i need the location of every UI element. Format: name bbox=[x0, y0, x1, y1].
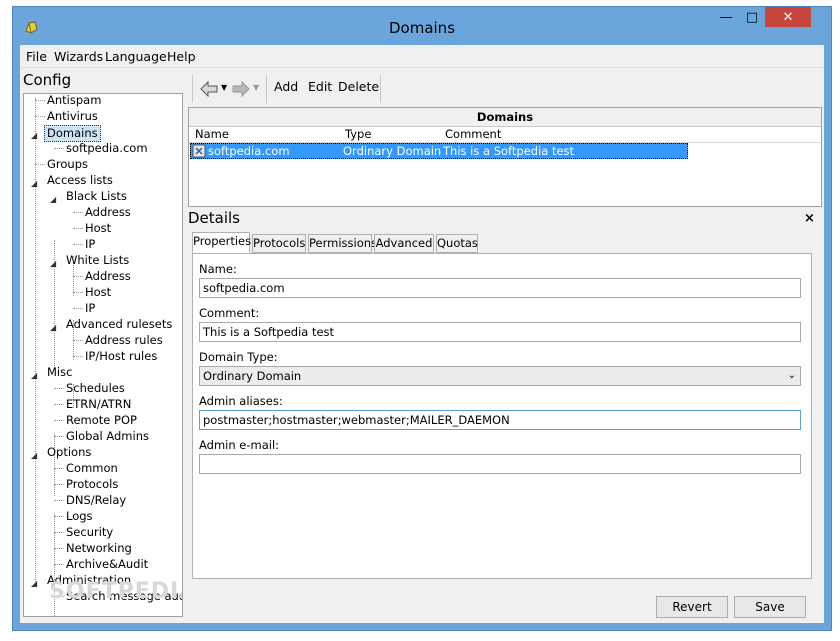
collapse-icon[interactable]: ◢ bbox=[31, 371, 37, 380]
config-header: Config bbox=[23, 71, 72, 89]
column-name[interactable]: Name bbox=[195, 127, 229, 141]
revert-button[interactable]: Revert bbox=[656, 596, 728, 618]
details-close-icon[interactable]: × bbox=[804, 211, 815, 226]
maximize-button[interactable]: □ bbox=[739, 7, 765, 27]
column-comment[interactable]: Comment bbox=[445, 127, 501, 141]
tree-item-etrn-atrn[interactable]: ETRN/ATRN bbox=[66, 397, 131, 412]
collapse-icon[interactable]: ◢ bbox=[31, 179, 37, 188]
tree-item-common[interactable]: Common bbox=[66, 461, 118, 476]
menu-file[interactable]: File bbox=[26, 49, 47, 64]
properties-panel: Name: softpedia.com Comment: This is a S… bbox=[192, 253, 812, 579]
name-input[interactable]: softpedia.com bbox=[199, 278, 801, 298]
admin-email-input[interactable] bbox=[199, 454, 801, 474]
close-icon: ✕ bbox=[782, 9, 794, 25]
collapse-icon[interactable]: ◢ bbox=[50, 323, 56, 332]
minimize-button[interactable]: — bbox=[713, 7, 739, 27]
domains-grid-title: Domains bbox=[189, 108, 821, 127]
tab-advanced[interactable]: Advanced bbox=[374, 234, 434, 253]
tree-item-white-address[interactable]: Address bbox=[85, 269, 131, 284]
menu-bar: File Wizards Language Help bbox=[20, 45, 824, 68]
menu-wizards[interactable]: Wizards bbox=[54, 49, 103, 64]
tree-item-dns-relay[interactable]: DNS/Relay bbox=[66, 493, 126, 508]
forward-dropdown-icon[interactable]: ▼ bbox=[253, 83, 259, 92]
tab-permissions[interactable]: Permissions bbox=[308, 234, 377, 253]
tree-item-white-host[interactable]: Host bbox=[85, 285, 111, 300]
tree-item-schedules[interactable]: Schedules bbox=[66, 381, 125, 396]
tree-item-antivirus[interactable]: Antivirus bbox=[47, 109, 98, 124]
minimize-icon: — bbox=[719, 9, 733, 25]
client-area: File Wizards Language Help Config ◢ ◢ ◢ … bbox=[20, 45, 824, 623]
main-window: Domains — □ ✕ File Wizards Language Help… bbox=[12, 6, 832, 631]
edit-button[interactable]: Edit bbox=[308, 79, 332, 94]
tree-item-white-ip[interactable]: IP bbox=[85, 301, 95, 316]
back-dropdown-icon[interactable]: ▼ bbox=[221, 83, 227, 92]
collapse-icon[interactable]: ◢ bbox=[50, 195, 56, 204]
collapse-icon[interactable]: ◢ bbox=[31, 451, 37, 460]
chevron-down-icon: ⌄ bbox=[787, 370, 796, 381]
tree-item-protocols[interactable]: Protocols bbox=[66, 477, 118, 492]
table-row[interactable]: softpedia.com Ordinary Domain This is a … bbox=[190, 143, 688, 159]
menu-language[interactable]: Language bbox=[105, 49, 167, 64]
tab-properties[interactable]: Properties bbox=[192, 232, 251, 253]
domains-grid: Domains Name Type Comment softpedia.com … bbox=[188, 107, 822, 207]
watermark: SOFTPEDIA bbox=[49, 579, 183, 604]
details-header: Details bbox=[188, 209, 241, 227]
tree-item-networking[interactable]: Networking bbox=[66, 541, 132, 556]
tree-item-ip-host-rules[interactable]: IP/Host rules bbox=[85, 349, 157, 364]
comment-input[interactable]: This is a Softpedia test bbox=[199, 322, 801, 342]
comment-label: Comment: bbox=[199, 306, 260, 320]
tree-item-options[interactable]: Options bbox=[47, 445, 91, 460]
tree-item-softpedia-com[interactable]: softpedia.com bbox=[66, 141, 148, 156]
tree-item-security[interactable]: Security bbox=[66, 525, 113, 540]
maximize-icon: □ bbox=[745, 9, 759, 25]
tree-item-access-lists[interactable]: Access lists bbox=[47, 173, 113, 188]
add-button[interactable]: Add bbox=[274, 79, 298, 94]
window-title: Domains bbox=[388, 19, 456, 37]
tab-protocols[interactable]: Protocols bbox=[252, 234, 306, 253]
menu-help[interactable]: Help bbox=[167, 49, 196, 64]
tab-quotas[interactable]: Quotas bbox=[436, 234, 478, 253]
cell-name: softpedia.com bbox=[208, 144, 290, 158]
delete-button[interactable]: Delete bbox=[338, 79, 379, 94]
tree-item-groups[interactable]: Groups bbox=[47, 157, 88, 172]
tree-item-white-lists[interactable]: White Lists bbox=[66, 253, 129, 268]
cell-comment: This is a Softpedia test bbox=[443, 144, 575, 158]
tree-item-global-admins[interactable]: Global Admins bbox=[66, 429, 149, 444]
column-type[interactable]: Type bbox=[345, 127, 371, 141]
toolbar: ▼ ▼ Add Edit Delete bbox=[188, 71, 822, 107]
grid-header: Name Type Comment bbox=[189, 126, 821, 143]
forward-arrow-icon[interactable] bbox=[232, 81, 250, 97]
tree-item-antispam[interactable]: Antispam bbox=[47, 94, 101, 108]
save-button[interactable]: Save bbox=[734, 596, 806, 618]
name-label: Name: bbox=[199, 262, 237, 276]
tree-item-remote-pop[interactable]: Remote POP bbox=[66, 413, 137, 428]
cell-type: Ordinary Domain bbox=[343, 144, 442, 158]
collapse-icon[interactable]: ◢ bbox=[31, 131, 37, 140]
tree-item-address-rules[interactable]: Address rules bbox=[85, 333, 163, 348]
back-arrow-icon[interactable] bbox=[200, 81, 218, 97]
collapse-icon[interactable]: ◢ bbox=[31, 579, 37, 588]
admin-email-label: Admin e-mail: bbox=[199, 438, 280, 452]
config-tree[interactable]: ◢ ◢ ◢ ◢ ◢ ◢ ◢ ◢ Antispam Antivirus Domai… bbox=[23, 93, 183, 617]
title-bar: Domains — □ ✕ bbox=[13, 7, 831, 45]
tree-item-black-host[interactable]: Host bbox=[85, 221, 111, 236]
domain-icon bbox=[192, 144, 206, 158]
admin-aliases-input[interactable]: postmaster;hostmaster;webmaster;MAILER_D… bbox=[199, 410, 801, 430]
tree-item-black-lists[interactable]: Black Lists bbox=[66, 189, 127, 204]
close-button[interactable]: ✕ bbox=[765, 7, 811, 27]
tree-item-misc[interactable]: Misc bbox=[47, 365, 72, 380]
bottom-bar: Revert Save bbox=[188, 590, 822, 623]
domain-type-select[interactable]: Ordinary Domain ⌄ bbox=[199, 366, 801, 386]
tree-item-black-address[interactable]: Address bbox=[85, 205, 131, 220]
domain-type-value: Ordinary Domain bbox=[203, 369, 302, 383]
domain-type-label: Domain Type: bbox=[199, 350, 278, 364]
tree-item-advanced-rulesets[interactable]: Advanced rulesets bbox=[66, 317, 172, 332]
tree-item-domains[interactable]: Domains bbox=[44, 125, 101, 142]
tree-item-logs[interactable]: Logs bbox=[66, 509, 93, 524]
tree-item-archive-audit[interactable]: Archive&Audit bbox=[66, 557, 148, 572]
admin-aliases-label: Admin aliases: bbox=[199, 394, 283, 408]
tree-item-black-ip[interactable]: IP bbox=[85, 237, 95, 252]
collapse-icon[interactable]: ◢ bbox=[50, 259, 56, 268]
